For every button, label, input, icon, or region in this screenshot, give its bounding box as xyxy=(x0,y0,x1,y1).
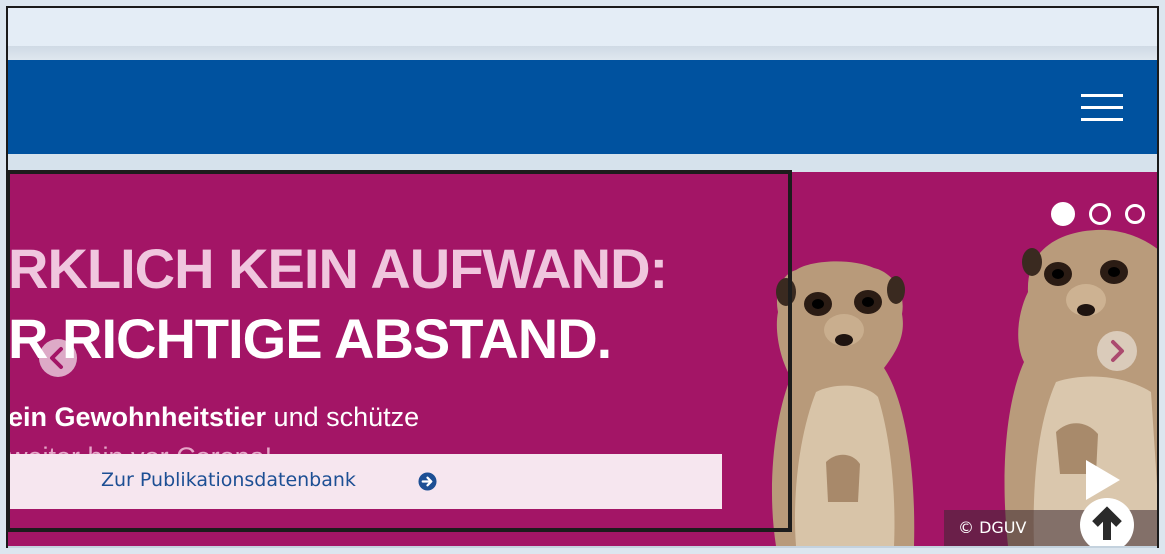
top-utility-bar xyxy=(8,8,1157,46)
image-credit-text: © DGUV xyxy=(958,518,1027,537)
arrow-up-circle-icon[interactable] xyxy=(1078,496,1136,546)
slider-dot-2[interactable] xyxy=(1089,203,1111,225)
publication-database-button[interactable]: Zur Publikationsdatenbank xyxy=(8,454,722,509)
browser-viewport: RKLICH KEIN AUFWAND: R RICHTIGE ABSTAND.… xyxy=(6,6,1159,548)
header-gap xyxy=(8,154,1157,172)
hero-subline: ein Gewohnheitstier und schütze xyxy=(8,402,419,433)
hero-headline-line-1: RKLICH KEIN AUFWAND: xyxy=(8,237,668,300)
hero-slider: RKLICH KEIN AUFWAND: R RICHTIGE ABSTAND.… xyxy=(8,172,1157,546)
topbar-shadow xyxy=(8,46,1157,60)
publication-database-label: Zur Publikationsdatenbank xyxy=(101,469,356,491)
chevron-right-circle-icon[interactable] xyxy=(1096,330,1138,372)
arrow-circle-right-icon xyxy=(418,472,437,491)
chevron-left-circle-icon[interactable] xyxy=(38,338,78,378)
hero-headline-line-2: R RICHTIGE ABSTAND. xyxy=(8,307,612,370)
bottom-strip xyxy=(8,546,1157,548)
hero-subline-bold: ein Gewohnheitstier xyxy=(8,402,267,432)
slider-dot-1[interactable] xyxy=(1051,202,1075,226)
site-header xyxy=(8,60,1157,154)
slider-pagination xyxy=(1051,202,1145,226)
slider-dot-3[interactable] xyxy=(1125,204,1145,224)
hero-subline-rest: und schütze xyxy=(266,402,420,432)
hamburger-menu-icon[interactable] xyxy=(1081,94,1123,124)
